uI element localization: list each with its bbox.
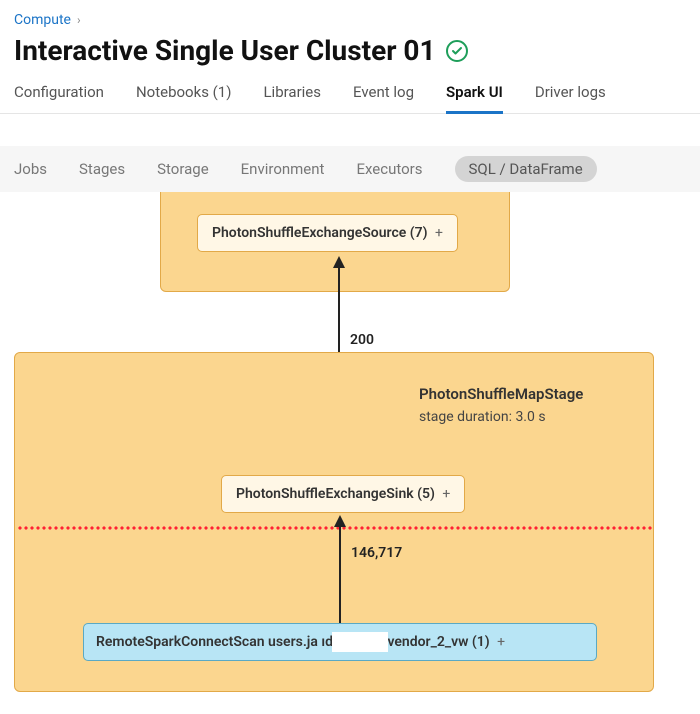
- query-plan-diagram: PhotonShuffleExchangeSource (7) + 200 Ph…: [0, 192, 700, 712]
- subtab-jobs[interactable]: Jobs: [14, 156, 47, 182]
- expand-icon[interactable]: +: [435, 225, 443, 241]
- tab-event-log[interactable]: Event log: [353, 83, 414, 114]
- node-shuffle-source[interactable]: PhotonShuffleExchangeSource (7) +: [197, 214, 458, 252]
- stage-box-bottom: PhotonShuffleMapStage stage duration: 3.…: [14, 352, 654, 692]
- breadcrumb-parent[interactable]: Compute: [14, 12, 71, 28]
- tab-libraries[interactable]: Libraries: [263, 83, 321, 114]
- spark-ui-subtabs: Jobs Stages Storage Environment Executor…: [14, 156, 686, 182]
- breadcrumb: Compute ›: [0, 0, 700, 32]
- subtab-executors[interactable]: Executors: [356, 156, 422, 182]
- tab-driver-logs[interactable]: Driver logs: [535, 83, 606, 114]
- tab-notebooks[interactable]: Notebooks (1): [136, 83, 232, 114]
- main-tabs: Configuration Notebooks (1) Libraries Ev…: [0, 77, 700, 114]
- status-check-icon: [446, 40, 468, 62]
- subtab-storage[interactable]: Storage: [157, 156, 209, 182]
- expand-icon[interactable]: +: [442, 486, 450, 502]
- page-title: Interactive Single User Cluster 01: [14, 34, 436, 67]
- chevron-right-icon: ›: [77, 13, 81, 27]
- stage-duration: stage duration: 3.0 s: [419, 409, 546, 425]
- edge-label-top: 200: [350, 332, 374, 348]
- subtab-stages[interactable]: Stages: [79, 156, 125, 182]
- tab-spark-ui[interactable]: Spark UI: [446, 83, 503, 114]
- arrow-line: [339, 525, 341, 625]
- page-title-row: Interactive Single User Cluster 01: [0, 32, 700, 77]
- node-label: RemoteSparkConnectScan users.ja ıd.fs_pr…: [96, 634, 490, 650]
- subtab-environment[interactable]: Environment: [241, 156, 325, 182]
- node-label: PhotonShuffleExchangeSink (5): [236, 486, 435, 502]
- node-remote-scan[interactable]: RemoteSparkConnectScan users.ja ıd.fs_pr…: [83, 623, 597, 661]
- node-shuffle-sink[interactable]: PhotonShuffleExchangeSink (5) +: [221, 475, 465, 513]
- stage-box-top: PhotonShuffleExchangeSource (7) +: [160, 192, 510, 292]
- edge-label-bottom: 146,717: [351, 545, 402, 561]
- tab-configuration[interactable]: Configuration: [14, 83, 104, 114]
- stage-title: PhotonShuffleMapStage: [419, 385, 583, 403]
- redaction-mask: [332, 632, 388, 652]
- subtab-sql-dataframe[interactable]: SQL / DataFrame: [455, 156, 597, 182]
- expand-icon[interactable]: +: [497, 634, 505, 650]
- spark-ui-subtabs-bar: Jobs Stages Storage Environment Executor…: [0, 146, 700, 192]
- node-label: PhotonShuffleExchangeSource (7): [212, 225, 428, 241]
